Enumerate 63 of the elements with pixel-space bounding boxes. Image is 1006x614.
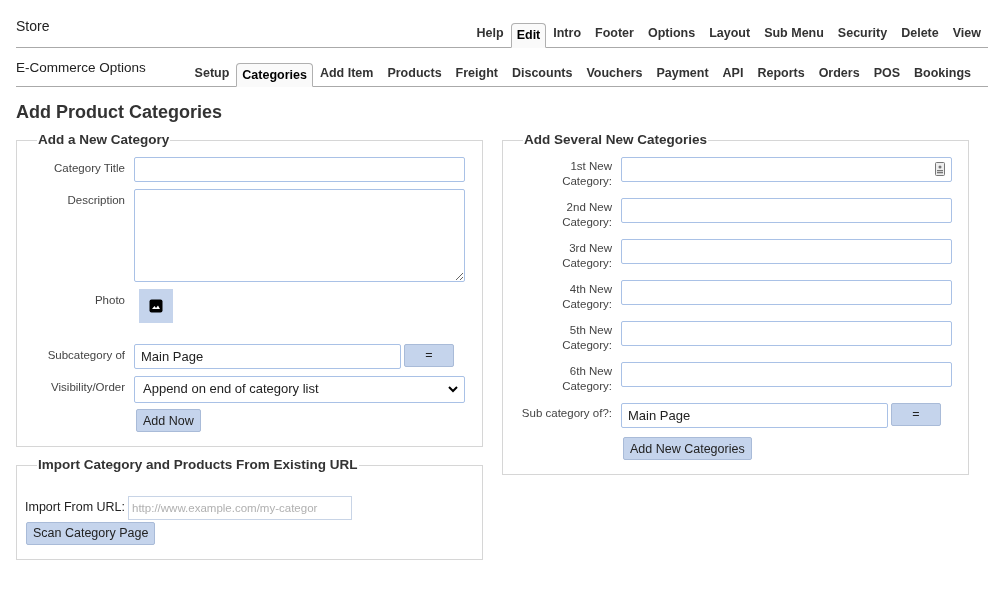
panel-title: Add a New Category (37, 131, 171, 150)
category-field[interactable] (621, 279, 952, 305)
nav-tab[interactable]: Security (830, 21, 895, 47)
nav-tab[interactable]: Products (380, 60, 449, 87)
nav-tab[interactable]: Discounts (504, 60, 580, 87)
category-field[interactable] (621, 238, 952, 264)
nav-tab[interactable]: Delete (894, 21, 946, 47)
field-label: 4th New Category: (561, 281, 612, 312)
photo-upload-button[interactable] (139, 288, 173, 323)
field-label: Import From URL: (25, 499, 125, 517)
field-label: 6th New Category: (561, 363, 612, 394)
field-label: Subcategory of (46, 347, 125, 363)
nav-tab[interactable]: Categories (236, 62, 313, 88)
picker-button[interactable]: = (891, 402, 941, 426)
description-field[interactable] (134, 188, 465, 282)
field-label: Category Title (53, 160, 125, 176)
image-icon (149, 298, 163, 313)
nav-tab[interactable]: Add Item (312, 60, 381, 87)
chevron-down-icon (448, 385, 458, 393)
field-label: 5th New Category: (561, 322, 612, 353)
section-heading: E-Commerce Options (16, 59, 146, 77)
nav-tab[interactable]: Vouchers (579, 60, 650, 87)
visibility-dropdown[interactable]: Append on end of category list (134, 375, 465, 403)
page-title: Add Product Categories (16, 101, 224, 125)
nav-tab[interactable]: Edit (510, 23, 547, 48)
add-categories-button[interactable]: Add New Categories (623, 437, 752, 461)
nav-tab[interactable]: Reports (750, 60, 812, 87)
field-label: Visibility/Order (50, 379, 125, 395)
picker-button[interactable]: = (404, 343, 454, 367)
field-label: 1st New Category: (561, 158, 612, 189)
nav-tab[interactable]: Options (640, 21, 703, 47)
url-field[interactable]: http://www.example.com/my-categor (128, 495, 352, 520)
nav-tab[interactable]: Freight (448, 60, 505, 87)
nav-tab[interactable]: Layout (702, 21, 758, 47)
field-label: 2nd New Category: (561, 199, 612, 230)
panel-title: Add Several New Categories (523, 131, 709, 150)
category-field[interactable] (621, 361, 952, 387)
nav-tab[interactable]: Intro (546, 21, 589, 47)
page-heading: Store (16, 17, 50, 36)
add-now-button[interactable]: Add Now (136, 409, 201, 433)
nav-tab[interactable]: Orders (811, 60, 867, 87)
field-label: Description (66, 192, 125, 208)
nav-tab[interactable]: Payment (649, 60, 716, 87)
nav-tab[interactable]: POS (866, 60, 908, 87)
scan-button[interactable]: Scan Category Page (26, 521, 156, 545)
category-field[interactable] (621, 320, 952, 346)
nav-tab[interactable]: Help (469, 21, 511, 47)
panel-title: Import Category and Products From Existing URL (37, 456, 359, 475)
nav-tab[interactable]: View (945, 21, 988, 47)
field-label: 3rd New Category: (561, 240, 612, 271)
nav-tab[interactable]: API (715, 60, 751, 87)
contact-card-icon (935, 162, 945, 176)
subcategory-field[interactable]: Main Page (134, 343, 401, 369)
category-field[interactable] (621, 197, 952, 223)
text-field[interactable] (134, 156, 465, 182)
nav-tab[interactable]: Footer (588, 21, 641, 47)
field-label: Sub category of?: (520, 405, 612, 421)
subcategory-field[interactable]: Main Page (621, 402, 888, 428)
field-label: Photo (93, 292, 125, 308)
nav-tab[interactable]: Setup (187, 60, 237, 87)
category-field[interactable] (621, 156, 952, 182)
nav-tab[interactable]: Sub Menu (757, 21, 831, 47)
nav-tab[interactable]: Bookings (907, 60, 978, 87)
